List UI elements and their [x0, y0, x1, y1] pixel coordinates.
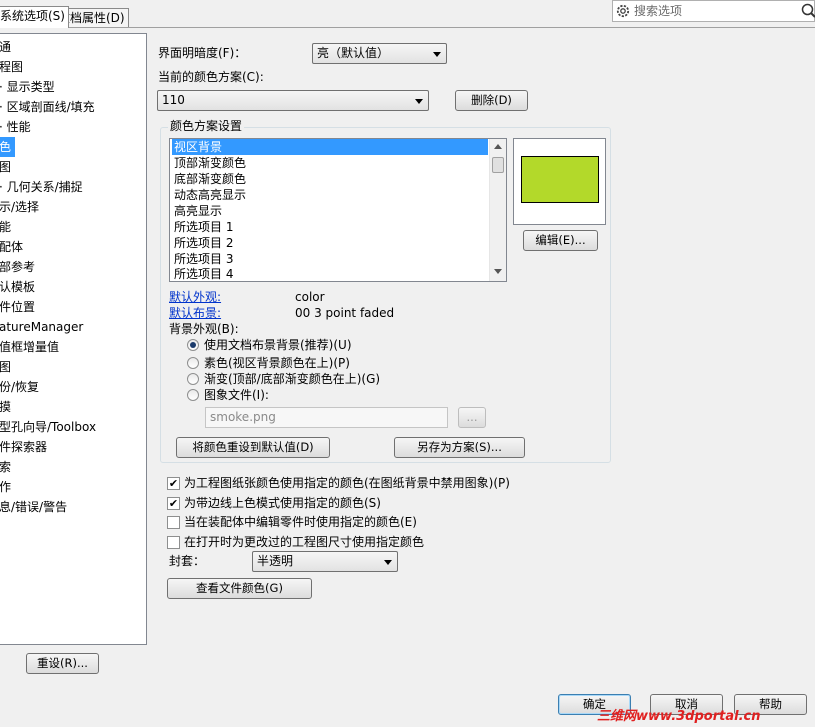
tree-item[interactable]: 程图 — [0, 57, 23, 77]
view-file-colors-button[interactable]: 查看文件颜色(G) — [167, 578, 312, 599]
checkbox-shaded-edges-color[interactable]: ✔ — [167, 497, 180, 510]
search-box[interactable]: 搜索选项 — [612, 0, 815, 22]
tree-item[interactable]: 型孔向导/Toolbox — [0, 417, 96, 437]
envelope-select[interactable]: 半透明 — [252, 551, 398, 572]
search-input[interactable]: 搜索选项 — [634, 3, 682, 19]
checkbox-label: 在打开时为更改过的工程图尺寸使用指定颜色 — [184, 535, 425, 549]
tree-item[interactable]: 通 — [0, 37, 11, 57]
options-tree[interactable]: 通 程图 · 显示类型 · 区域剖面线/填充 · 性能 色 图 · 几何关系/捕… — [0, 33, 147, 645]
gear-icon — [616, 4, 630, 18]
tree-item[interactable]: · 几何关系/捕捉 — [0, 177, 83, 197]
tree-item[interactable]: 件位置 — [0, 297, 35, 317]
tree-item[interactable]: · 性能 — [0, 117, 31, 137]
save-as-scheme-button[interactable]: 另存为方案(S)... — [394, 437, 525, 458]
checkbox-label: 为工程图纸张颜色使用指定的颜色(在图纸背景中禁用图象)(P) — [184, 476, 510, 490]
tree-item[interactable]: 示/选择 — [0, 197, 39, 217]
brightness-label: 界面明暗度(F)： — [158, 46, 247, 60]
image-file-input[interactable]: smoke.png — [205, 407, 448, 428]
browse-button[interactable]: ... — [458, 407, 486, 428]
list-item[interactable]: 高亮显示 — [172, 203, 222, 219]
color-swatch — [521, 156, 599, 203]
tab-divider — [0, 27, 815, 28]
radio-document-scene[interactable] — [187, 339, 199, 351]
radio-label: 使用文档布景背景(推荐)(U) — [204, 338, 352, 352]
tree-item[interactable]: 份/恢复 — [0, 377, 39, 397]
radio-plain[interactable] — [187, 357, 199, 369]
chevron-down-icon — [415, 99, 423, 104]
list-item[interactable]: 所选项目 2 — [172, 235, 233, 251]
envelope-label: 封套： — [169, 554, 206, 568]
watermark: 三维网www.3dportal.cn — [597, 709, 761, 724]
delete-scheme-button[interactable]: 删除(D) — [455, 90, 528, 111]
radio-label: 图象文件(I): — [204, 388, 269, 402]
envelope-value: 半透明 — [257, 554, 294, 568]
tree-item[interactable]: 图 — [0, 157, 11, 177]
color-preview — [513, 138, 606, 225]
brightness-value: 亮（默认值） — [317, 46, 390, 60]
default-scene-link[interactable]: 默认布景: — [169, 305, 221, 321]
reset-colors-button[interactable]: 将颜色重设到默认值(D) — [176, 437, 330, 458]
scheme-value: 110 — [162, 93, 185, 107]
reset-button[interactable]: 重设(R)... — [26, 653, 99, 674]
radio-label: 渐变(顶部/底部渐变颜色在上)(G) — [204, 372, 381, 386]
default-scene-value: 00 3 point faded — [295, 306, 395, 320]
radio-gradient[interactable] — [187, 373, 199, 385]
list-item[interactable]: 底部渐变颜色 — [172, 171, 246, 187]
checkbox-label: 为带边线上色模式使用指定的颜色(S) — [184, 496, 381, 510]
list-item[interactable]: 所选项目 3 — [172, 251, 233, 267]
radio-label: 素色(视区背景颜色在上)(P) — [204, 356, 350, 370]
scroll-down-icon[interactable] — [494, 269, 502, 274]
default-appearance-value: color — [295, 290, 325, 304]
checkbox-drawing-paper-color[interactable]: ✔ — [167, 477, 180, 490]
edit-color-button[interactable]: 编辑(E)... — [523, 230, 598, 251]
background-label: 背景外观(B): — [169, 322, 239, 336]
list-item[interactable]: 所选项目 4 — [172, 266, 233, 281]
tree-item[interactable]: 值框增量值 — [0, 337, 59, 357]
brightness-select[interactable]: 亮（默认值） — [312, 43, 447, 64]
tree-item[interactable]: 索 — [0, 457, 11, 477]
tree-item[interactable]: 摸 — [0, 397, 11, 417]
list-scrollbar[interactable] — [489, 139, 506, 281]
chevron-down-icon — [384, 560, 392, 565]
default-appearance-link[interactable]: 默认外观: — [169, 289, 221, 305]
scheme-select[interactable]: 110 — [157, 90, 429, 111]
tree-item[interactable]: 作 — [0, 477, 11, 497]
checkbox-changed-dimension-color[interactable] — [167, 536, 180, 549]
scroll-up-icon[interactable] — [494, 144, 502, 149]
checkbox-assembly-edit-color[interactable] — [167, 516, 180, 529]
list-item[interactable]: 视区背景 — [172, 139, 488, 155]
checkbox-label: 当在装配体中编辑零件时使用指定的颜色(E) — [184, 515, 417, 529]
list-item[interactable]: 动态高亮显示 — [172, 187, 246, 203]
tree-item[interactable]: 部参考 — [0, 257, 35, 277]
list-item[interactable]: 所选项目 1 — [172, 219, 233, 235]
tree-item[interactable]: 息/错误/警告 — [0, 497, 67, 517]
radio-image-file[interactable] — [187, 389, 199, 401]
tree-item[interactable]: 件探索器 — [0, 437, 47, 457]
tree-item[interactable]: · 显示类型 — [0, 77, 55, 97]
color-items-list[interactable]: 视区背景 顶部渐变颜色 底部渐变颜色 动态高亮显示 高亮显示 所选项目 1 所选… — [169, 138, 507, 282]
tree-item[interactable]: atureManager — [0, 317, 83, 337]
search-icon[interactable] — [801, 3, 815, 19]
tree-item-colors[interactable]: 色 — [0, 137, 15, 157]
scroll-thumb[interactable] — [492, 157, 504, 173]
tree-item[interactable]: 能 — [0, 217, 11, 237]
tree-item[interactable]: · 区域剖面线/填充 — [0, 97, 95, 117]
tree-item[interactable]: 图 — [0, 357, 11, 377]
tab-system-options[interactable]: 系统选项(S) — [0, 6, 69, 28]
tree-item[interactable]: 配体 — [0, 237, 23, 257]
tree-item[interactable]: 认模板 — [0, 277, 35, 297]
chevron-down-icon — [433, 52, 441, 57]
scheme-label: 当前的颜色方案(C): — [158, 70, 264, 84]
color-settings-title: 颜色方案设置 — [168, 118, 245, 134]
list-item[interactable]: 顶部渐变颜色 — [172, 155, 246, 171]
